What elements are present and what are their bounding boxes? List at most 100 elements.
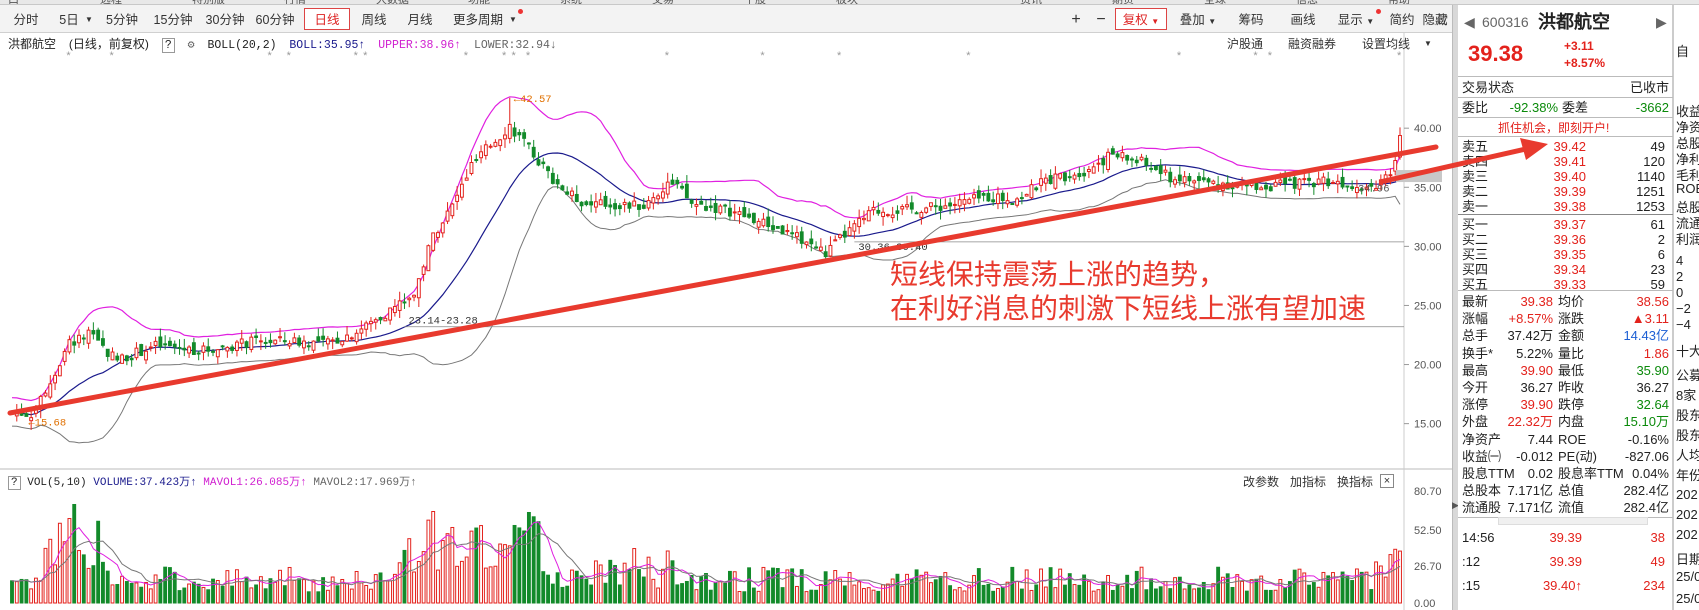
candle-body [220, 345, 225, 348]
candle-body [885, 214, 890, 217]
help-icon[interactable]: ? [8, 476, 21, 490]
volume-bar [1091, 590, 1096, 604]
draw-line-button[interactable]: 画线 [1282, 8, 1324, 30]
gear-icon[interactable]: ⚙ [188, 39, 195, 52]
volume-bar [981, 584, 986, 604]
vol-link-params[interactable]: 改参数 [1243, 473, 1279, 490]
period-tab-5day[interactable]: 5日 [52, 8, 86, 30]
close-icon[interactable]: × [1380, 474, 1394, 488]
candle-body [890, 214, 895, 219]
candle-body [412, 294, 416, 298]
candle-body [641, 204, 646, 209]
top-menu-item[interactable]: F10 [928, 0, 947, 3]
candle-body [967, 198, 972, 204]
volume-bar [852, 584, 857, 604]
zoom-out-icon[interactable]: − [1090, 8, 1112, 30]
volume-bar [503, 544, 507, 604]
help-icon[interactable]: ? [161, 38, 175, 53]
candle-body [191, 342, 196, 356]
candle-body [780, 225, 785, 235]
period-tab-daily[interactable]: 日线 [304, 8, 350, 30]
volume-bar [785, 569, 790, 604]
link-ma-settings[interactable]: 设置均线 [1362, 35, 1410, 52]
volume-bar [1130, 588, 1134, 604]
tick-price: 39.39 [1549, 530, 1582, 545]
candle-body [1015, 198, 1020, 206]
fullscreen-icon[interactable]: ⛶ [1436, 8, 1450, 30]
prev-stock-icon[interactable]: ◀ [1464, 11, 1475, 33]
stat-value: 7.44 [1527, 431, 1553, 447]
candle-body [129, 357, 134, 361]
volume-bar [105, 570, 110, 604]
candle-body [1072, 174, 1077, 180]
volume-bar [263, 588, 268, 604]
candle-body [579, 201, 584, 207]
stat-label: 股息TTM [1462, 466, 1515, 481]
period-tab-weekly[interactable]: 周线 [356, 8, 392, 30]
period-tab-15min[interactable]: 15分钟 [148, 8, 198, 30]
volume-bar [814, 589, 819, 604]
chips-button[interactable]: 筹码 [1230, 8, 1272, 30]
far-panel-item: ROE [1676, 181, 1699, 196]
volume-bar [1197, 587, 1201, 604]
simple-button[interactable]: 简约 [1384, 8, 1420, 30]
stat-value: 22.32万 [1507, 414, 1553, 430]
candle-body [1134, 159, 1139, 164]
stat-value: 0.04% [1632, 466, 1669, 481]
stat-label: 最新 [1462, 294, 1489, 309]
period-tab-30min[interactable]: 30分钟 [200, 8, 250, 30]
link-shgt[interactable]: 沪股通 [1227, 35, 1263, 52]
volume-bar [876, 590, 881, 604]
candle-body [1063, 172, 1067, 182]
tick-scrollbar[interactable] [1498, 517, 1648, 525]
volume-bar [1000, 586, 1005, 604]
candle-body [1311, 183, 1316, 188]
candle-body [1019, 197, 1024, 200]
volume-bar [1297, 568, 1302, 604]
period-tab-5min[interactable]: 5分钟 [100, 8, 144, 30]
volume-bar [890, 578, 895, 604]
stat-label: 换手* [1462, 345, 1494, 361]
candle-body [488, 145, 493, 148]
candle-body [177, 346, 182, 349]
candle-body [402, 301, 407, 304]
lower-value: LOWER:32.94 [473, 39, 550, 52]
candle-body [1120, 152, 1125, 159]
candle-body [373, 319, 378, 323]
stat-value: ▲3.11 [1631, 311, 1669, 327]
volume-bar [316, 591, 321, 604]
candle-body [182, 347, 187, 351]
period-tab-more[interactable]: 更多周期 [446, 8, 510, 30]
vol-link-change[interactable]: 换指标 [1337, 473, 1373, 490]
candle-body [273, 339, 278, 345]
candle-body [383, 317, 388, 322]
candle-body [665, 181, 670, 195]
stat-value: 1.86 [1643, 345, 1669, 361]
volume-bar [871, 589, 876, 604]
candle-body [727, 207, 732, 217]
overlay-dropdown[interactable]: 叠加 ▼ [1172, 8, 1224, 30]
next-stock-icon[interactable]: ▶ [1656, 11, 1667, 33]
volume-bar [986, 583, 991, 604]
candle-body [972, 194, 976, 199]
candle-body [718, 205, 723, 214]
volume-bar [1053, 587, 1058, 604]
arrow-down-icon: ↓ [549, 39, 557, 52]
volume-bar [148, 588, 153, 604]
period-tab-60min[interactable]: 60分钟 [250, 8, 300, 30]
period-tab-monthly[interactable]: 月线 [402, 8, 438, 30]
stat-value: 32.64 [1636, 397, 1669, 413]
adjust-dropdown[interactable]: 复权 ▼ [1115, 8, 1167, 30]
display-dropdown[interactable]: 显示 ▼ [1330, 8, 1382, 30]
candle-body [771, 225, 775, 231]
volume-bar [282, 585, 287, 604]
candle-body [493, 141, 498, 147]
period-tab-intraday[interactable]: 分时 [6, 8, 46, 30]
candle-body [474, 159, 479, 162]
vol-link-add[interactable]: 加指标 [1290, 473, 1326, 490]
volume-bar [1034, 584, 1039, 604]
candle-body [1048, 175, 1053, 185]
zoom-in-icon[interactable]: + [1065, 8, 1087, 30]
stat-label: 总值 [1558, 483, 1585, 499]
link-margin[interactable]: 融资融券 [1288, 35, 1336, 52]
